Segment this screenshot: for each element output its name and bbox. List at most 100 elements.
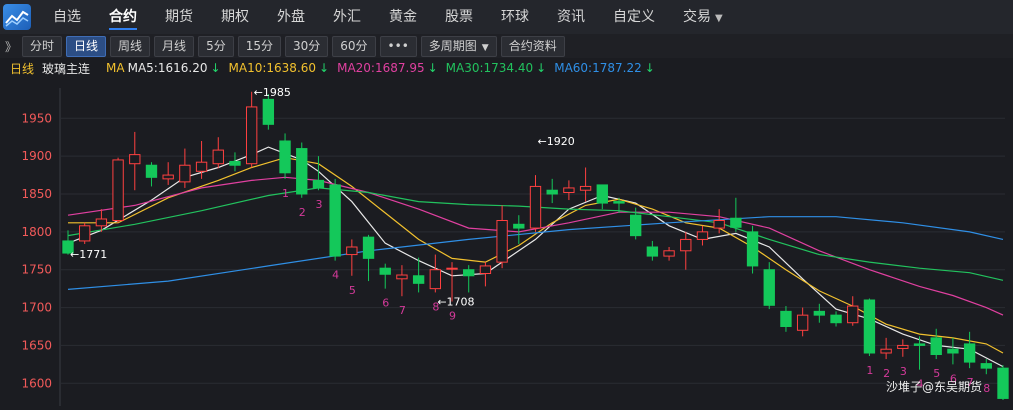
candle-body: [296, 148, 308, 195]
candle-body: [796, 314, 809, 331]
y-tick-label: 1650: [21, 338, 52, 352]
candle-body: [730, 217, 742, 228]
toolbar-button-label: 15分: [245, 38, 273, 53]
candle-body: [663, 250, 675, 257]
nav-item-8[interactable]: 环球: [487, 0, 543, 34]
legend-ma30: MA30:1734.40: [445, 61, 534, 75]
candle-body: [780, 310, 792, 328]
toolbar-button-label: 5分: [206, 38, 226, 53]
candle-body: [579, 185, 592, 191]
candle-body: [145, 164, 158, 178]
candle-body: [162, 174, 174, 180]
toolbar-button-label: 日线: [74, 38, 99, 53]
candle-body: [613, 201, 625, 204]
y-tick-label: 1950: [21, 111, 52, 125]
nav-item-4[interactable]: 外盘: [263, 0, 319, 34]
nav-item-label: 环球: [501, 9, 529, 25]
y-tick-label: 1750: [21, 263, 52, 277]
y-tick-label: 1900: [21, 149, 52, 163]
wave-count-label: 3: [315, 198, 322, 211]
legend-ma-label: MA: [106, 61, 125, 75]
nav-item-6[interactable]: 黄金: [375, 0, 431, 34]
toolbar-button-3[interactable]: 月线: [154, 35, 195, 57]
nav-item-label: 期权: [221, 9, 249, 25]
nav-item-11[interactable]: 交易 ▼: [669, 0, 737, 34]
candle-body: [312, 179, 325, 189]
toolbar-button-0[interactable]: 分时: [22, 35, 63, 57]
candle-body: [446, 267, 458, 270]
toolbar-button-10[interactable]: 合约资料: [500, 35, 565, 57]
nav-item-label: 期货: [165, 9, 193, 25]
price-annotation: ←1708: [437, 296, 474, 309]
watermark: 沙堆子@东吴期货: [886, 380, 983, 394]
toolbar-button-label: •••: [387, 38, 409, 53]
candle-body: [546, 189, 558, 195]
candle-body: [129, 154, 141, 165]
wave-count-label: 4: [332, 269, 339, 282]
candle-body: [563, 187, 575, 193]
double-chevron-right-icon[interactable]: 》: [0, 38, 22, 55]
candle-body: [262, 98, 275, 125]
toolbar-button-9[interactable]: 多周期图 ▼: [420, 35, 497, 57]
candle-body: [379, 267, 391, 275]
toolbar-button-7[interactable]: 60分: [332, 35, 376, 57]
nav-item-0[interactable]: 自选: [39, 0, 95, 34]
caret-down-icon: ▼: [481, 42, 489, 53]
toolbar-button-6[interactable]: 30分: [284, 35, 329, 57]
nav-item-label: 自定义: [613, 9, 655, 25]
wave-count-label: 7: [399, 304, 406, 317]
down-arrow-icon: ↓: [210, 61, 221, 75]
candle-body: [980, 363, 992, 369]
top-navigation: 自选 合约 期货 期权 外盘 外汇 黄金 股票 环球 资讯 自定义 交易 ▼: [0, 0, 1013, 34]
candle-body: [479, 265, 492, 275]
candle-body: [429, 269, 441, 290]
toolbar-button-2[interactable]: 周线: [110, 35, 151, 57]
nav-item-label: 资讯: [557, 9, 585, 25]
nav-item-label: 合约: [109, 9, 137, 25]
nav-item-1[interactable]: 合约: [95, 0, 151, 34]
nav-item-10[interactable]: 自定义: [599, 0, 669, 34]
candle-body: [863, 299, 876, 354]
nav-item-7[interactable]: 股票: [431, 0, 487, 34]
candle-body: [195, 161, 208, 172]
period-toolbar: 》 分时 日线 周线 月线 5分 15分 30分 60分 ••• 多周期图 ▼ 合约资料: [0, 34, 1013, 58]
toolbar-button-8[interactable]: •••: [379, 35, 417, 57]
y-tick-label: 1700: [21, 301, 52, 315]
nav-item-label: 外盘: [277, 9, 305, 25]
legend-contract: 玻璃主连: [42, 61, 91, 76]
app-logo-icon[interactable]: [3, 4, 31, 30]
nav-item-label: 外汇: [333, 9, 361, 25]
candle-body: [229, 160, 241, 166]
candle-body: [279, 140, 291, 174]
candle-body: [897, 344, 909, 349]
toolbar-button-1[interactable]: 日线: [66, 35, 107, 57]
nav-item-5[interactable]: 外汇: [319, 0, 375, 34]
wave-count-label: 6: [382, 297, 389, 310]
nav-item-9[interactable]: 资讯: [543, 0, 599, 34]
toolbar-button-4[interactable]: 5分: [198, 35, 234, 57]
candle-body: [245, 106, 258, 165]
caret-down-icon: ▼: [715, 13, 723, 24]
candle-body: [112, 159, 124, 222]
candlestick-chart[interactable]: 1600 1650 1700 1750 1800 1850 1900 1950 ←1985 ←17…: [0, 78, 1013, 410]
candle-body: [79, 225, 91, 242]
wave-count-label: 9: [449, 310, 456, 323]
candle-body: [529, 185, 542, 229]
toolbar-button-label: 周线: [118, 38, 143, 53]
nav-item-3[interactable]: 期权: [207, 0, 263, 34]
price-annotation: ←1985: [254, 86, 291, 99]
toolbar-button-label: 合约资料: [508, 38, 557, 53]
toolbar-buttons: 分时 日线 周线 月线 5分 15分 30分 60分 ••• 多周期图 ▼ 合约资料: [22, 35, 569, 57]
candle-body: [212, 149, 224, 165]
down-arrow-icon: ↓: [644, 61, 655, 75]
y-tick-label: 1600: [21, 376, 52, 390]
candle-body: [746, 231, 759, 267]
y-tick-label: 1800: [21, 225, 52, 239]
nav-item-2[interactable]: 期货: [151, 0, 207, 34]
candle-body: [763, 269, 775, 306]
wave-count-label: 8: [432, 300, 439, 313]
legend-ma5: MA5:1616.20: [127, 61, 208, 75]
candle-body: [179, 164, 191, 183]
toolbar-button-5[interactable]: 15分: [237, 35, 281, 57]
candle-body: [947, 348, 959, 354]
